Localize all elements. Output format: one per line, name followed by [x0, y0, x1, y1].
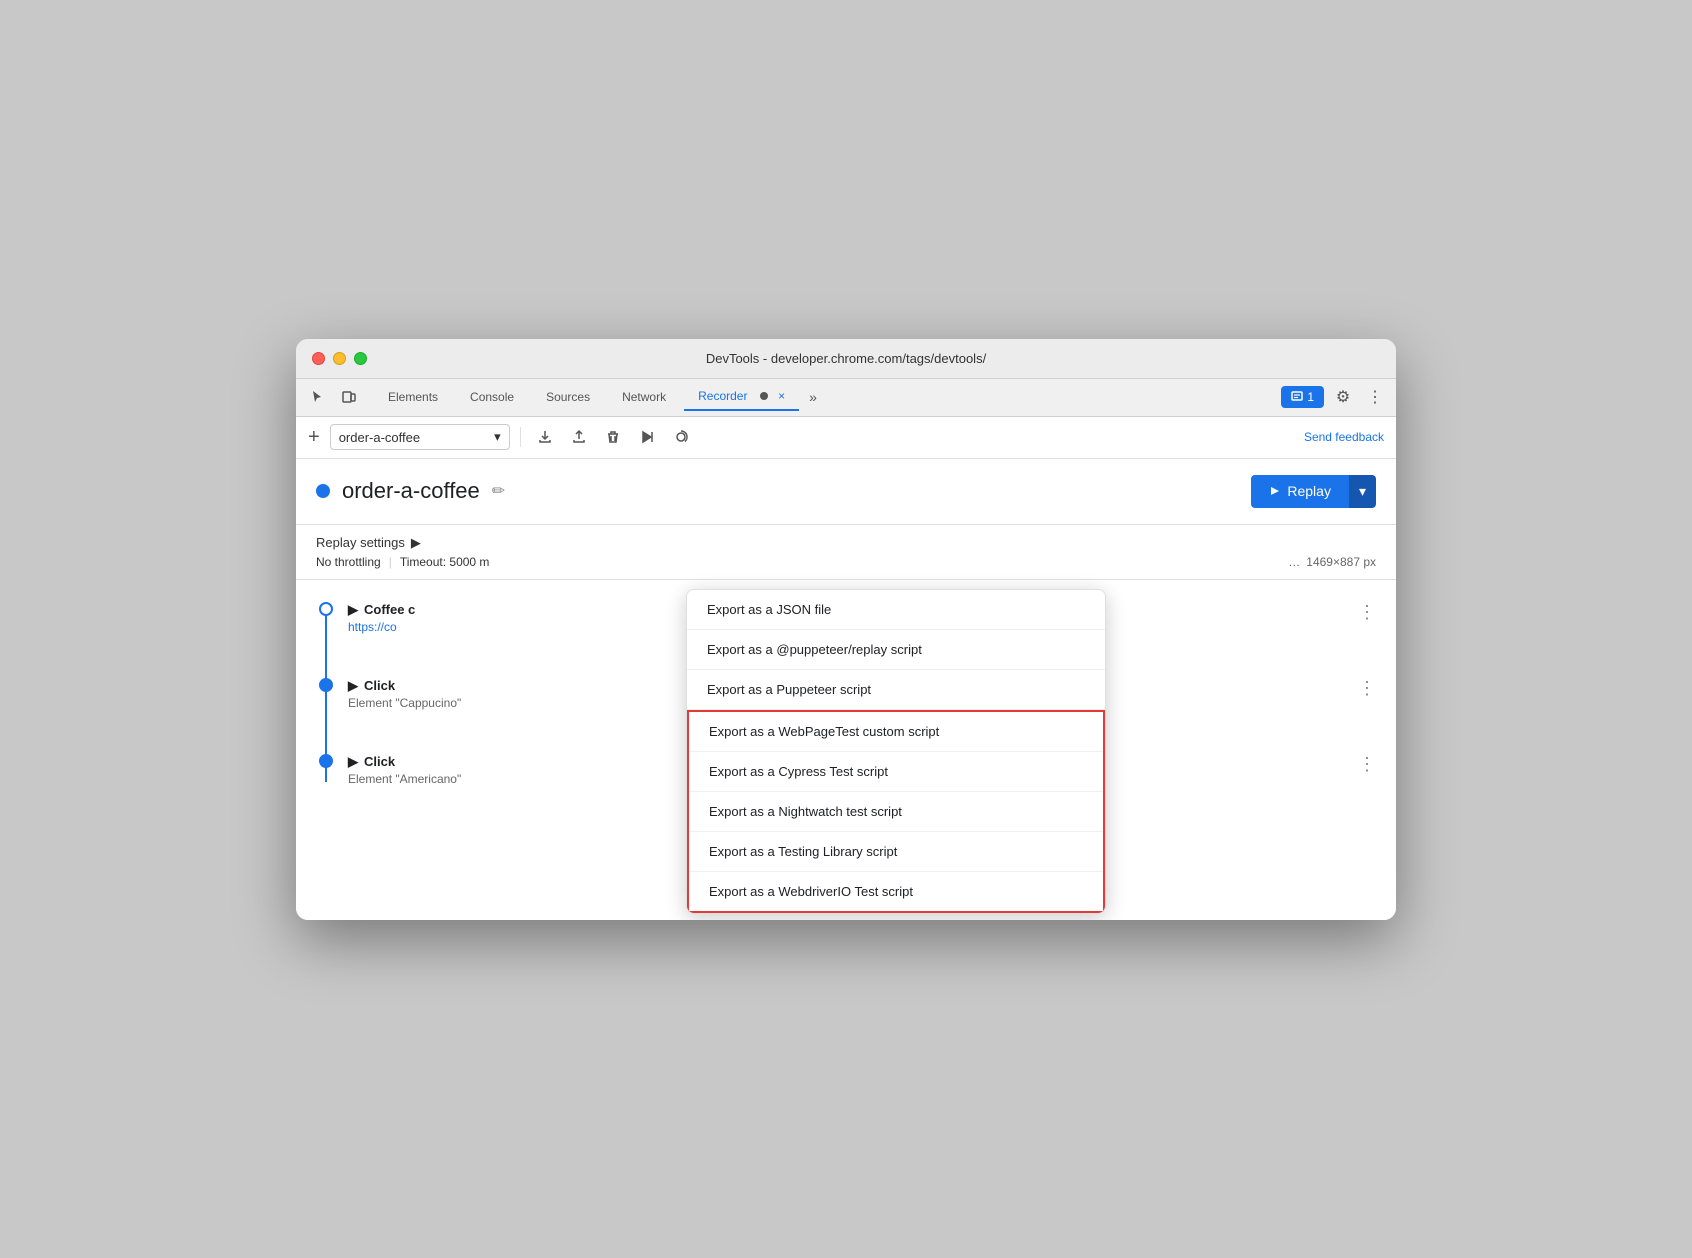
replay-button[interactable]: Replay — [1251, 475, 1349, 508]
send-feedback-link[interactable]: Send feedback — [1304, 430, 1384, 444]
environment-info: … 1469×887 px — [1288, 555, 1376, 569]
export-webpagetest-item[interactable]: Export as a WebPageTest custom script — [689, 712, 1103, 752]
recording-title: order-a-coffee — [342, 478, 480, 504]
devtools-window: DevTools - developer.chrome.com/tags/dev… — [296, 339, 1396, 920]
step-2-timeline — [316, 678, 336, 692]
settings-row: Replay settings ▶ No throttling | Timeou… — [296, 525, 1396, 580]
cursor-icon[interactable] — [304, 384, 330, 410]
toolbar-separator-1 — [520, 427, 521, 447]
toolbar: + order-a-coffee ▾ — [296, 417, 1396, 459]
export-webdriverio-item[interactable]: Export as a WebdriverIO Test script — [689, 872, 1103, 911]
step-2-more-icon[interactable]: ⋮ — [1358, 678, 1376, 699]
export-nightwatch-item[interactable]: Export as a Nightwatch test script — [689, 792, 1103, 832]
recording-header: order-a-coffee ✏ Replay ▾ — [296, 459, 1396, 525]
export-cypress-item[interactable]: Export as a Cypress Test script — [689, 752, 1103, 792]
notification-button[interactable]: 1 — [1281, 386, 1324, 408]
step-1-circle — [319, 602, 333, 616]
replay-section: Replay ▾ — [1251, 475, 1376, 508]
tab-close[interactable]: × — [778, 389, 785, 403]
tab-network[interactable]: Network — [608, 384, 680, 410]
add-recording-button[interactable]: + — [308, 426, 320, 449]
step-1-timeline — [316, 602, 336, 616]
step-1-more-icon[interactable]: ⋮ — [1358, 602, 1376, 623]
content-area: order-a-coffee ✏ Replay ▾ Replay setting… — [296, 459, 1396, 920]
settings-icon[interactable]: ⚙ — [1330, 384, 1356, 410]
settings-details: No throttling | Timeout: 5000 m … 1469×8… — [316, 555, 1376, 569]
more-options-icon[interactable]: ⋮ — [1362, 384, 1388, 410]
export-plugin-group: Export as a WebPageTest custom script Ex… — [687, 710, 1105, 913]
tab-elements[interactable]: Elements — [374, 384, 452, 410]
export-dropdown-overlay: Export as a JSON file Export as a @puppe… — [686, 589, 1106, 914]
window-title: DevTools - developer.chrome.com/tags/dev… — [706, 351, 986, 366]
step-3-more-icon[interactable]: ⋮ — [1358, 754, 1376, 775]
export-testing-library-item[interactable]: Export as a Testing Library script — [689, 832, 1103, 872]
close-button[interactable] — [312, 352, 325, 365]
export-puppeteer-replay-item[interactable]: Export as a @puppeteer/replay script — [687, 630, 1105, 670]
export-dropdown-menu: Export as a JSON file Export as a @puppe… — [686, 589, 1106, 914]
step-3-circle — [319, 754, 333, 768]
tab-right-section: 1 ⚙ ⋮ — [1281, 384, 1388, 410]
recording-status-dot — [316, 484, 330, 498]
record-icon[interactable] — [667, 423, 695, 451]
recording-selector[interactable]: order-a-coffee ▾ — [330, 424, 510, 450]
edit-recording-name-icon[interactable]: ✏ — [492, 481, 505, 501]
device-icon[interactable] — [336, 384, 362, 410]
tab-more[interactable]: » — [803, 385, 823, 409]
step-3-timeline — [316, 754, 336, 768]
traffic-lights — [312, 352, 367, 365]
export-json-item[interactable]: Export as a JSON file — [687, 590, 1105, 630]
title-bar: DevTools - developer.chrome.com/tags/dev… — [296, 339, 1396, 379]
tab-recorder[interactable]: Recorder × — [684, 383, 799, 412]
tab-console[interactable]: Console — [456, 384, 528, 410]
step-2-circle — [319, 678, 333, 692]
replay-settings-title[interactable]: Replay settings ▶ — [316, 535, 1376, 551]
export-icon[interactable] — [531, 423, 559, 451]
import-icon[interactable] — [565, 423, 593, 451]
tab-sources[interactable]: Sources — [532, 384, 604, 410]
export-puppeteer-item[interactable]: Export as a Puppeteer script — [687, 670, 1105, 710]
replay-dropdown-button[interactable]: ▾ — [1349, 475, 1376, 508]
tab-bar: Elements Console Sources Network Recorde… — [296, 379, 1396, 417]
minimize-button[interactable] — [333, 352, 346, 365]
devtools-icons — [304, 384, 362, 410]
delete-icon[interactable] — [599, 423, 627, 451]
play-step-icon[interactable] — [633, 423, 661, 451]
maximize-button[interactable] — [354, 352, 367, 365]
